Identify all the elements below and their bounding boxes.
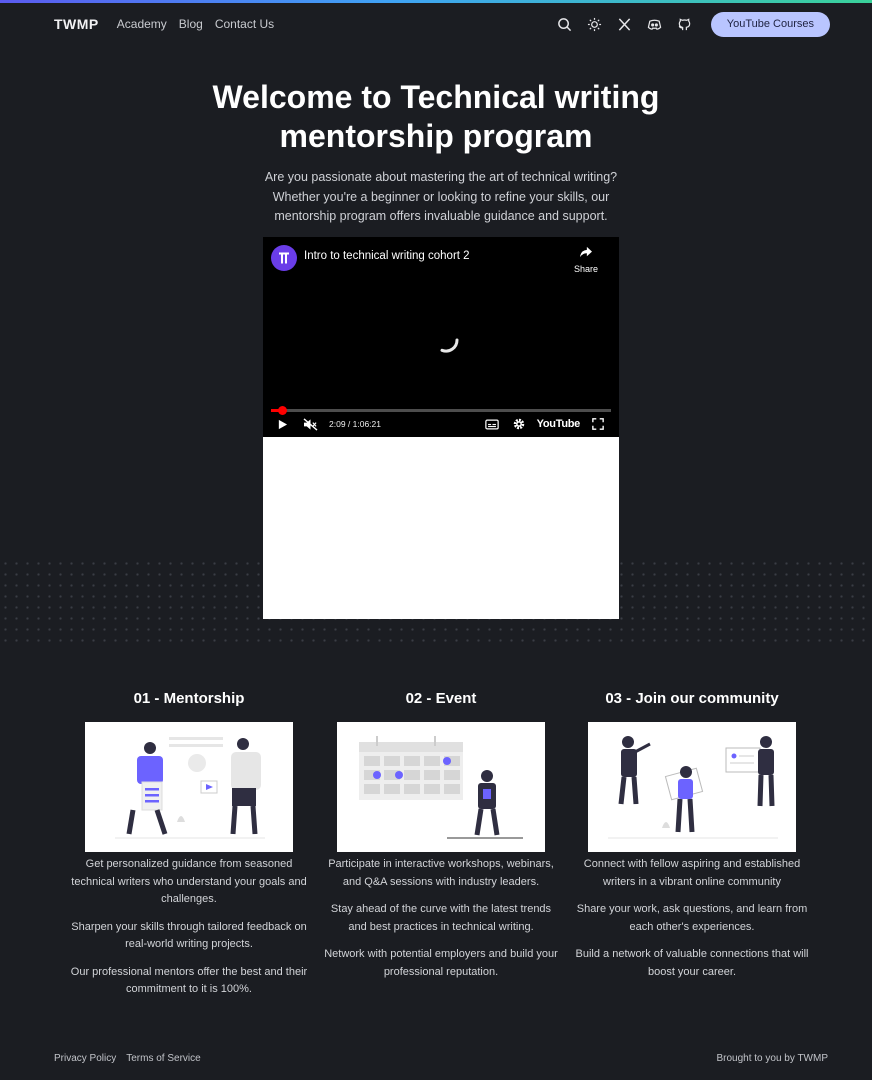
page-title: Welcome to Technical writing mentorship … xyxy=(0,78,872,156)
event-calendar-illustration xyxy=(337,722,545,852)
brand-logo[interactable]: TWMP xyxy=(54,16,99,32)
feature-paragraph: Participate in interactive workshops, we… xyxy=(328,858,554,888)
youtube-courses-button[interactable]: YouTube Courses xyxy=(710,11,830,37)
video-title[interactable]: Intro to technical writing cohort 2 xyxy=(304,250,470,262)
youtube-logo[interactable]: YouTube xyxy=(537,418,581,430)
terms-of-service-link[interactable]: Terms of Service xyxy=(126,1053,200,1064)
feature-paragraph: Our professional mentors offer the best … xyxy=(70,965,308,996)
feature-description: Connect with fellow aspiring and establi… xyxy=(572,856,812,981)
fullscreen-icon[interactable] xyxy=(589,415,607,433)
video-embed-blank-area xyxy=(263,437,619,619)
search-icon[interactable] xyxy=(557,16,573,32)
feature-paragraph: Connect with fellow aspiring and establi… xyxy=(583,858,801,888)
feature-paragraph: Get personalized guidance from seasoned … xyxy=(71,858,307,905)
settings-gear-icon[interactable] xyxy=(510,415,528,433)
feature-title: 01 - Mentorship xyxy=(133,690,245,707)
video-controls: 2:09 / 1:06:21 YouTube xyxy=(273,415,607,433)
nav-link-contact[interactable]: Contact Us xyxy=(215,17,274,31)
video-time: 2:09 / 1:06:21 xyxy=(329,419,381,429)
feature-community: 03 - Join our community Connect with fel… xyxy=(572,690,812,991)
share-label: Share xyxy=(573,264,599,274)
feature-mentorship: 01 - Mentorship Get personalized guidanc… xyxy=(69,690,309,1009)
play-icon[interactable] xyxy=(273,415,291,433)
mentorship-illustration xyxy=(85,722,293,852)
feature-paragraph: Stay ahead of the curve with the latest … xyxy=(330,903,552,933)
top-gradient-bar xyxy=(0,0,872,3)
nav-link-academy[interactable]: Academy xyxy=(117,17,167,31)
privacy-policy-link[interactable]: Privacy Policy xyxy=(54,1053,116,1064)
feature-description: Participate in interactive workshops, we… xyxy=(321,856,561,981)
muted-volume-icon[interactable] xyxy=(301,415,319,433)
loading-spinner-icon xyxy=(440,338,459,353)
feature-title: 02 - Event xyxy=(405,690,477,707)
footer-credit: Brought to you by TWMP xyxy=(716,1053,828,1064)
github-icon[interactable] xyxy=(677,16,693,32)
feature-paragraph: Share your work, ask questions, and lear… xyxy=(576,903,808,933)
video-controls-right: YouTube xyxy=(483,415,607,433)
feature-paragraph: Sharpen your skills through tailored fee… xyxy=(71,920,307,951)
feature-title: 03 - Join our community xyxy=(605,690,779,707)
page-title-line-1: Welcome to Technical writing xyxy=(212,79,660,115)
feature-description: Get personalized guidance from seasoned … xyxy=(69,856,309,999)
x-twitter-icon[interactable] xyxy=(617,16,633,32)
share-button[interactable]: Share xyxy=(571,245,601,274)
feature-paragraph: Network with potential employers and bui… xyxy=(324,948,558,978)
nav-link-blog[interactable]: Blog xyxy=(179,17,203,31)
video-player[interactable]: Intro to technical writing cohort 2 Shar… xyxy=(263,237,619,437)
feature-paragraph: Build a network of valuable connections … xyxy=(575,948,809,978)
feature-event: 02 - Event Participate in interactive wo… xyxy=(321,690,561,991)
community-illustration xyxy=(588,722,796,852)
channel-avatar[interactable] xyxy=(271,245,297,271)
share-arrow-icon xyxy=(580,246,592,258)
top-navigation: TWMP Academy Blog Contact Us YouTube Cou… xyxy=(54,10,830,38)
page-title-line-2: mentorship program xyxy=(279,118,593,154)
video-progress-bar[interactable] xyxy=(271,406,611,415)
discord-icon[interactable] xyxy=(647,16,663,32)
subtitles-icon[interactable] xyxy=(483,415,501,433)
sun-icon[interactable] xyxy=(587,16,603,32)
nav-actions: YouTube Courses xyxy=(557,11,830,37)
footer-links: Privacy Policy Terms of Service xyxy=(54,1053,201,1064)
video-progress-knob[interactable] xyxy=(278,406,288,415)
hero-subtitle: Are you passionate about mastering the a… xyxy=(264,170,618,223)
